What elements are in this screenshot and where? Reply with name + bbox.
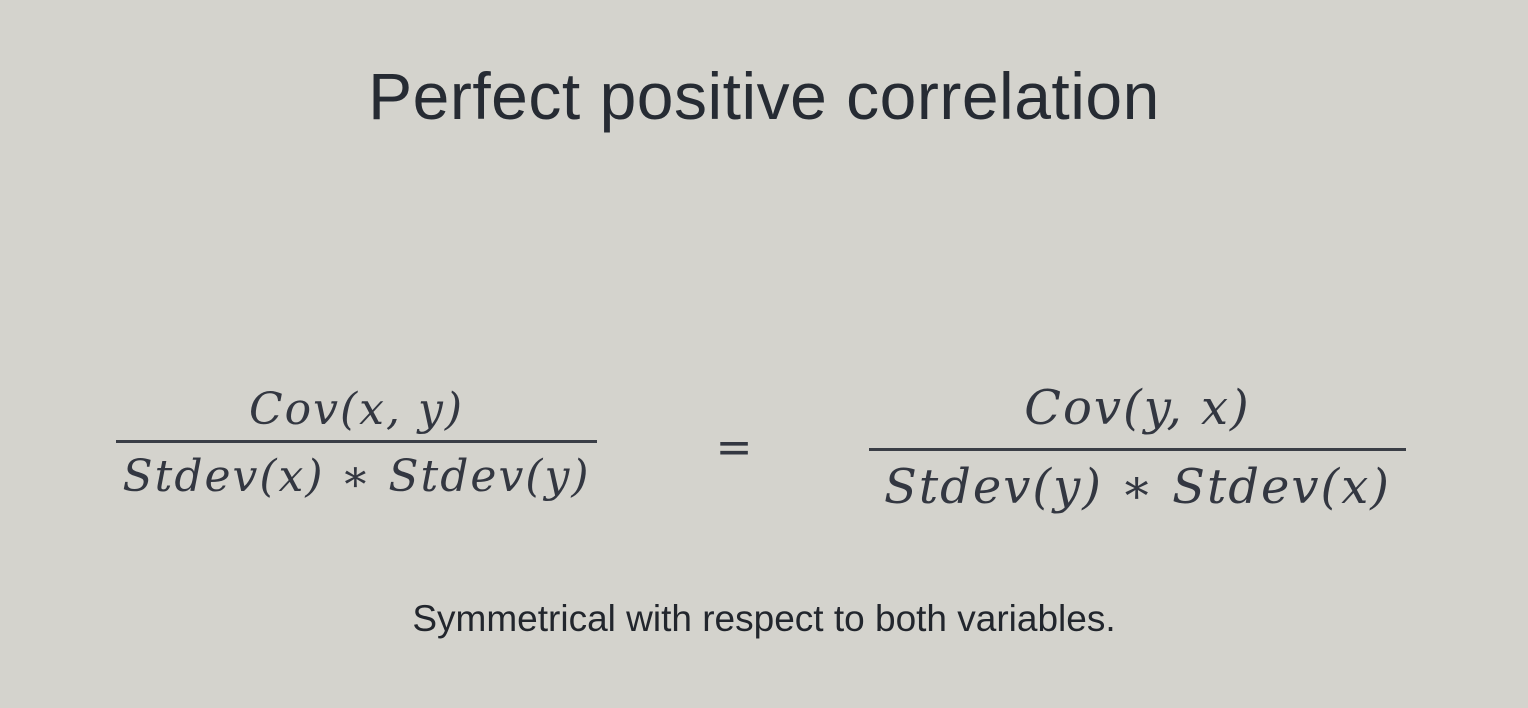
right-denominator: Stdev(y) ∗ Stdev(x) (883, 459, 1392, 515)
left-fraction: Cov(x, y) Stdev(x) ∗ Stdev(y) (116, 382, 597, 507)
left-denominator: Stdev(x) ∗ Stdev(y) (122, 451, 591, 502)
right-fraction: Cov(y, x) Stdev(y) ∗ Stdev(x) (869, 378, 1406, 519)
slide-caption: Symmetrical with respect to both variabl… (412, 598, 1116, 639)
slide: Perfect positive correlation Cov(x, y) S… (0, 0, 1528, 708)
slide-title: Perfect positive correlation (368, 59, 1160, 133)
equals-sign: = (715, 422, 753, 473)
right-numerator: Cov(y, x) (1024, 380, 1251, 436)
left-fraction-bar (116, 440, 597, 443)
right-fraction-bar (869, 448, 1406, 451)
left-numerator: Cov(x, y) (249, 384, 464, 435)
